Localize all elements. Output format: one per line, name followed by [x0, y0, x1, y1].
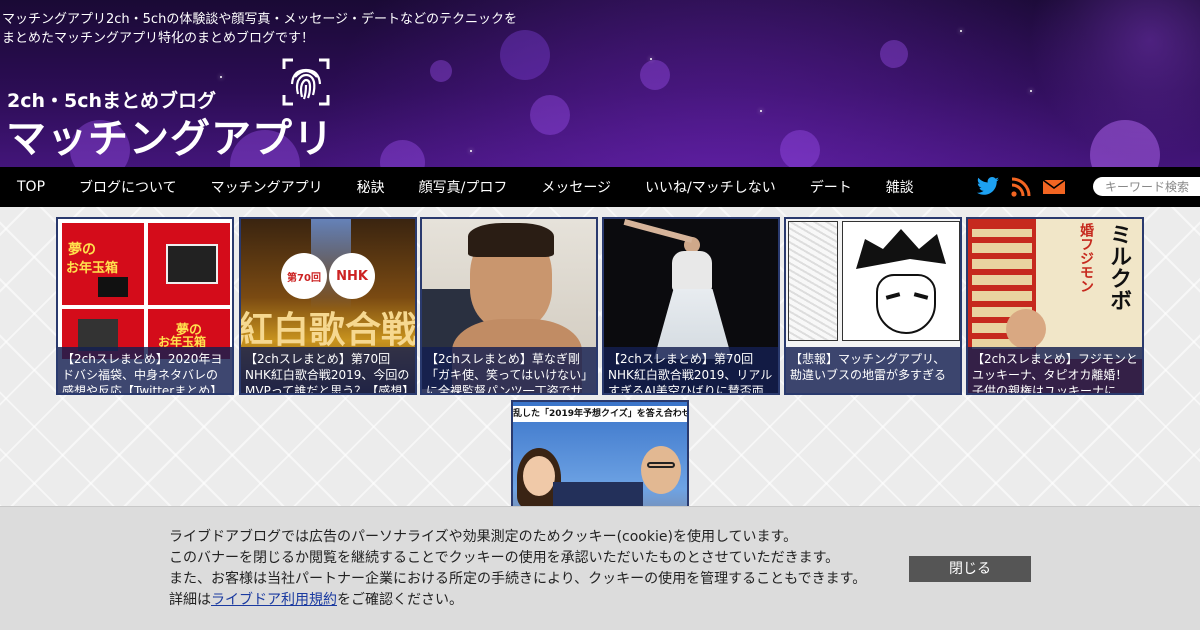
thumb-text: ミルクボ: [1106, 223, 1131, 311]
thumb-text: 婚フジモン: [1078, 223, 1094, 293]
search-input[interactable]: [1093, 177, 1200, 196]
site-tagline: マッチングアプリ2ch・5chの体験談や顔写真・メッセージ・デートなどのテクニッ…: [2, 12, 518, 46]
thumb-text: お年玉箱: [66, 261, 119, 276]
fingerprint-icon: [282, 58, 330, 106]
terms-link[interactable]: ライブドア利用規約: [211, 592, 337, 608]
article-title[interactable]: 【2chスレまとめ】2020年ヨドバシ福袋、中身ネタバレの感想や反応【Twitt…: [58, 347, 232, 393]
nav-item-message[interactable]: メッセージ: [524, 177, 628, 197]
cookie-line-prefix: 詳細は: [169, 592, 211, 608]
site-header: マッチングアプリ2ch・5chの体験談や顔写真・メッセージ・デートなどのテクニッ…: [0, 0, 1200, 167]
cookie-notice-text: ライブドアブログでは広告のパーソナライズや効果測定のためクッキー(cookie)…: [169, 527, 889, 611]
nav-item-top[interactable]: TOP: [0, 179, 62, 195]
cookie-line: このバナーを閉じるか閲覧を継続することでクッキーの使用を承認いただいたものとさせ…: [169, 550, 840, 566]
cookie-line: ライブドアブログでは広告のパーソナライズや効果測定のためクッキー(cookie)…: [169, 529, 798, 545]
article-card[interactable]: 【2chスレまとめ】草なぎ剛「ガキ使、笑ってはいけない」に全裸監督パンツ一丁姿で…: [420, 217, 598, 395]
twitter-icon[interactable]: [976, 177, 1000, 197]
rss-icon[interactable]: [1011, 177, 1031, 197]
nav-item-date[interactable]: デート: [793, 177, 869, 197]
cookie-close-button[interactable]: 閉じる: [909, 556, 1031, 582]
article-grid: 夢の お年玉箱 夢の お年玉箱 【2chスレまとめ】2020年ヨドバシ福袋、中身…: [0, 207, 1200, 578]
nav-item-about[interactable]: ブログについて: [62, 177, 194, 197]
cookie-line: 詳細はライブドア利用規約をご確認ください。: [169, 590, 889, 611]
article-title[interactable]: 【2chスレまとめ】フジモンとユッキーナ、タピオカ離婚！子供の親権はユッキーナに…: [968, 347, 1142, 393]
thumb-text: 夢の: [68, 242, 96, 258]
thumb-text: 紅白歌合戦: [239, 310, 417, 351]
cookie-line: また、お客様は当社パートナー企業における所定の手続きにより、クッキーの使用を管理…: [169, 571, 867, 587]
mail-icon[interactable]: [1042, 179, 1066, 195]
article-card[interactable]: 第70回 NHK 紅白歌合戦 【2chスレまとめ】第70回NHK紅白歌合戦201…: [239, 217, 417, 395]
nav-item-matching-app[interactable]: マッチングアプリ: [194, 177, 340, 197]
thumb-banner: 乱した「2019年予想クイズ」を答え合わせ: [513, 406, 687, 422]
social-icons: [976, 167, 1066, 207]
article-card[interactable]: 【2chスレまとめ】第70回NHK紅白歌合戦2019、リアルすぎるAI美空ひばり…: [602, 217, 780, 395]
cookie-banner: ライブドアブログでは広告のパーソナライズや効果測定のためクッキー(cookie)…: [0, 506, 1200, 630]
cookie-line-suffix: をご確認ください。: [337, 592, 463, 608]
nav-item-likes[interactable]: いいね/マッチしない: [628, 177, 793, 197]
article-card[interactable]: 【悲報】マッチングアプリ、勘違いブスの地雷が多すぎる: [784, 217, 962, 395]
thumb-badge: NHK: [329, 253, 375, 299]
nav-item-chat[interactable]: 雑談: [869, 177, 931, 197]
article-title[interactable]: 【悲報】マッチングアプリ、勘違いブスの地雷が多すぎる: [786, 347, 960, 393]
article-card[interactable]: ミルクボ 婚フジモン 【2chスレまとめ】フジモンとユッキーナ、タピオカ離婚！子…: [966, 217, 1144, 395]
article-title[interactable]: 【2chスレまとめ】第70回NHK紅白歌合戦2019、リアルすぎるAI美空ひばり…: [604, 347, 778, 393]
nav-item-photo-profile[interactable]: 顔写真/プロフ: [402, 177, 525, 197]
article-card[interactable]: 夢の お年玉箱 夢の お年玉箱 【2chスレまとめ】2020年ヨドバシ福袋、中身…: [56, 217, 234, 395]
article-title[interactable]: 【2chスレまとめ】第70回NHK紅白歌合戦2019、今回のMVPって誰だと思う…: [241, 347, 415, 393]
site-title[interactable]: マッチングアプリ: [6, 106, 334, 164]
article-title[interactable]: 【2chスレまとめ】草なぎ剛「ガキ使、笑ってはいけない」に全裸監督パンツ一丁姿で…: [422, 347, 596, 393]
thumb-badge: 第70回: [281, 253, 327, 299]
nav-item-secrets[interactable]: 秘訣: [340, 177, 402, 197]
main-nav: TOP ブログについて マッチングアプリ 秘訣 顔写真/プロフ メッセージ いい…: [0, 167, 1200, 207]
